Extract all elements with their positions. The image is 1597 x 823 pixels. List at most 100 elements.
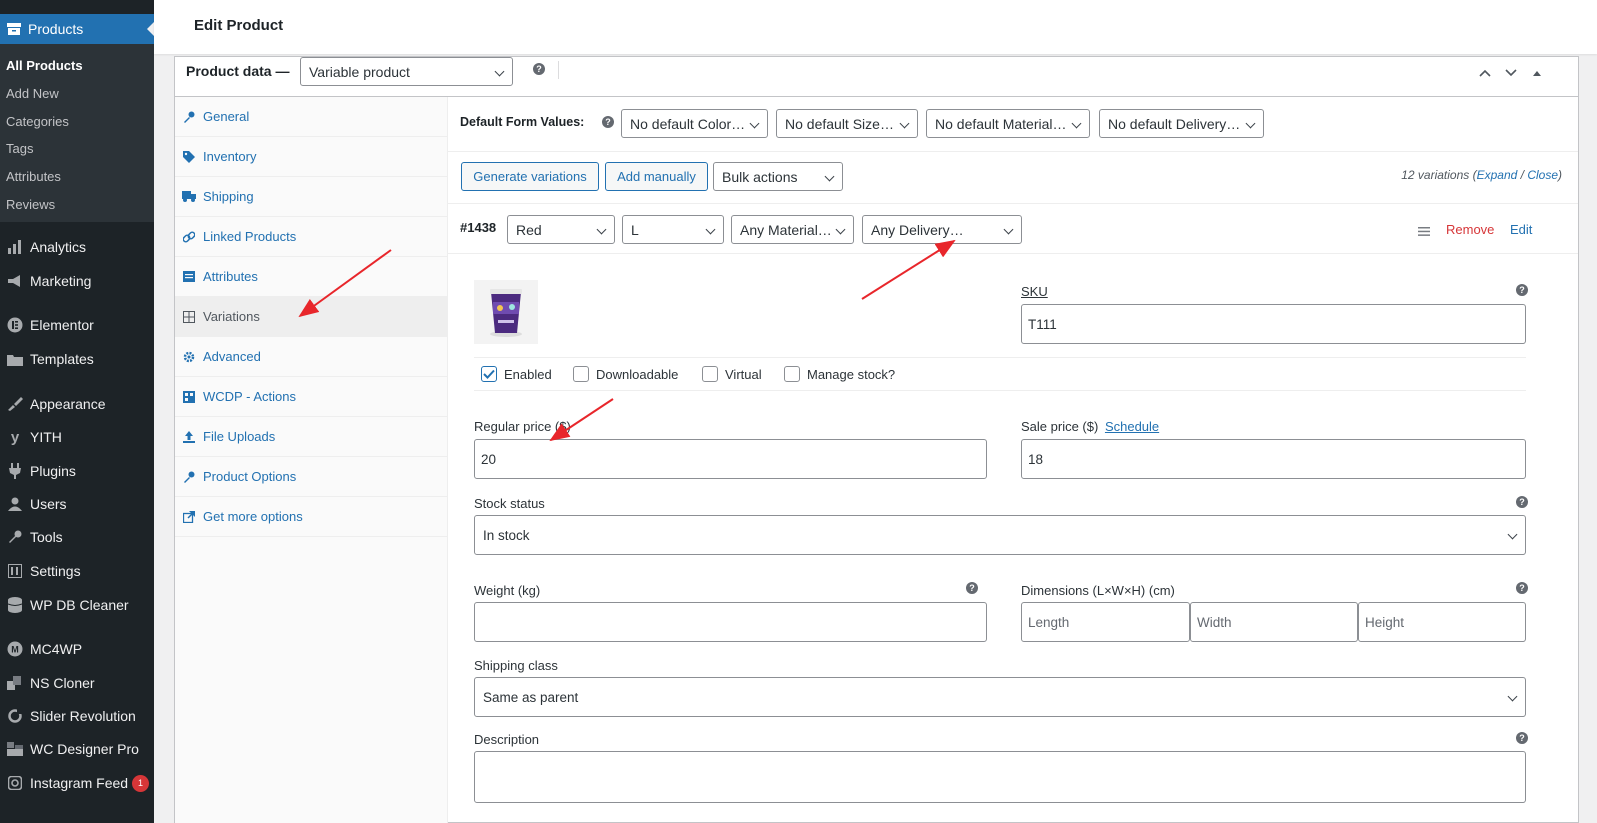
collapse-toggle-icon[interactable] [1529, 65, 1545, 81]
chevron-up-icon[interactable] [1477, 65, 1493, 81]
submenu-categories[interactable]: Categories [6, 114, 69, 129]
help-icon[interactable]: ? [1516, 732, 1528, 744]
admin-sidebar: Products All Products Add New Categories… [0, 0, 154, 823]
help-icon[interactable]: ? [602, 116, 614, 128]
menu-instagram-feed[interactable]: Instagram Feed 1 [0, 768, 154, 798]
menu-products-label: Products [28, 21, 84, 37]
tab-general[interactable]: General [175, 97, 448, 137]
product-type-select[interactable]: Variable product [300, 57, 513, 86]
default-color-select[interactable]: No default Color… [621, 109, 768, 138]
variation-size-select[interactable]: L [622, 215, 724, 244]
edit-variation-link[interactable]: Edit [1510, 222, 1532, 237]
tab-wcdp-actions[interactable]: WCDP - Actions [175, 377, 448, 417]
tag-icon [175, 150, 203, 163]
chevron-down-icon [1245, 118, 1256, 128]
submenu-reviews[interactable]: Reviews [6, 197, 55, 212]
sku-input[interactable]: T111 [1021, 304, 1526, 344]
weight-input[interactable] [474, 602, 987, 642]
default-size-select[interactable]: No default Size… [776, 109, 918, 138]
tab-linked-products[interactable]: Linked Products [175, 217, 448, 257]
tab-file-uploads[interactable]: File Uploads [175, 417, 448, 457]
menu-users[interactable]: Users [0, 489, 154, 519]
tab-product-options[interactable]: Product Options [175, 457, 448, 497]
menu-mc4wp[interactable]: M MC4WP [0, 634, 154, 664]
add-manually-button[interactable]: Add manually [605, 162, 708, 191]
height-placeholder: Height [1365, 614, 1405, 630]
menu-appearance[interactable]: Appearance [0, 389, 154, 419]
help-icon[interactable]: ? [966, 582, 978, 594]
help-icon[interactable]: ? [1516, 582, 1528, 594]
width-input[interactable]: Width [1190, 602, 1358, 642]
tab-inventory[interactable]: Inventory [175, 137, 448, 177]
tab-attributes[interactable]: Attributes [175, 257, 448, 297]
tab-label: File Uploads [203, 429, 276, 444]
product-thumbnail[interactable] [474, 280, 538, 344]
menu-elementor[interactable]: Elementor [0, 310, 154, 340]
chevron-down-icon [835, 224, 846, 234]
drag-handle-icon[interactable] [1418, 224, 1430, 239]
bulk-actions-select[interactable]: Bulk actions [713, 162, 843, 191]
default-delivery-select[interactable]: No default Delivery… [1099, 109, 1264, 138]
paintbrush-icon [0, 397, 30, 411]
generate-variations-button[interactable]: Generate variations [461, 162, 599, 191]
downloadable-checkbox[interactable]: Downloadable [573, 366, 678, 382]
variation-delivery-select[interactable]: Any Delivery… [862, 215, 1022, 244]
remove-variation-link[interactable]: Remove [1446, 222, 1494, 237]
length-input[interactable]: Length [1021, 602, 1190, 642]
help-icon[interactable]: ? [533, 63, 545, 75]
menu-yith[interactable]: y YITH [0, 422, 154, 452]
menu-wp-db-cleaner[interactable]: WP DB Cleaner [0, 590, 154, 620]
elementor-icon [0, 317, 30, 333]
checkbox-icon [784, 366, 800, 382]
menu-tools[interactable]: Tools [0, 522, 154, 552]
count-text: 12 variations ( [1401, 168, 1477, 182]
menu-plugins[interactable]: Plugins [0, 456, 154, 486]
menu-wc-designer-pro[interactable]: WC Designer Pro [0, 734, 154, 764]
checkbox-checked-icon [481, 366, 497, 382]
select-value: Any Delivery… [871, 221, 964, 238]
table-icon [175, 390, 203, 403]
menu-analytics[interactable]: Analytics [0, 232, 154, 262]
variations-panel: Default Form Values: ? No default Color…… [448, 97, 1578, 823]
enabled-checkbox[interactable]: Enabled [481, 366, 552, 382]
tab-advanced[interactable]: Advanced [175, 337, 448, 377]
chevron-down-icon[interactable] [1503, 65, 1519, 81]
shipping-class-select[interactable]: Same as parent [474, 677, 1526, 717]
regular-price-input[interactable]: 20 [474, 439, 987, 479]
submenu-attributes[interactable]: Attributes [6, 169, 61, 184]
submenu-all-products[interactable]: All Products [6, 58, 83, 73]
stock-status-select[interactable]: In stock [474, 515, 1526, 555]
help-icon[interactable]: ? [1516, 284, 1528, 296]
menu-templates[interactable]: Templates [0, 344, 154, 374]
variation-material-select[interactable]: Any Material… [731, 215, 854, 244]
tab-get-more-options[interactable]: Get more options [175, 497, 448, 537]
database-icon [0, 597, 30, 613]
close-link[interactable]: Close [1527, 168, 1558, 182]
length-placeholder: Length [1028, 614, 1070, 630]
select-value: Any Material… [740, 221, 832, 238]
submenu-tags[interactable]: Tags [6, 141, 33, 156]
submenu-add-new[interactable]: Add New [6, 86, 59, 101]
menu-products[interactable]: Products [0, 14, 154, 44]
menu-label: Users [30, 496, 67, 512]
help-icon[interactable]: ? [1516, 496, 1528, 508]
tab-variations[interactable]: Variations [175, 297, 448, 337]
default-material-select[interactable]: No default Material… [926, 109, 1090, 138]
variation-color-select[interactable]: Red [507, 215, 615, 244]
expand-link[interactable]: Expand [1477, 168, 1518, 182]
tab-shipping[interactable]: Shipping [175, 177, 448, 217]
sale-price-input[interactable]: 18 [1021, 439, 1526, 479]
menu-label: Templates [30, 351, 94, 367]
menu-settings[interactable]: Settings [0, 556, 154, 586]
manage-stock-checkbox[interactable]: Manage stock? [784, 366, 895, 382]
description-textarea[interactable] [474, 751, 1526, 803]
checkbox-label: Manage stock? [807, 366, 896, 382]
variation-header[interactable]: #1438 Red L Any Material… Any Delivery… … [448, 204, 1578, 254]
virtual-checkbox[interactable]: Virtual [702, 366, 762, 382]
menu-slider-revolution[interactable]: Slider Revolution [0, 701, 154, 731]
menu-marketing[interactable]: Marketing [0, 266, 154, 296]
height-input[interactable]: Height [1358, 602, 1526, 642]
menu-ns-cloner[interactable]: NS Cloner [0, 668, 154, 698]
product-type-value: Variable product [309, 63, 410, 80]
schedule-link[interactable]: Schedule [1105, 419, 1159, 434]
